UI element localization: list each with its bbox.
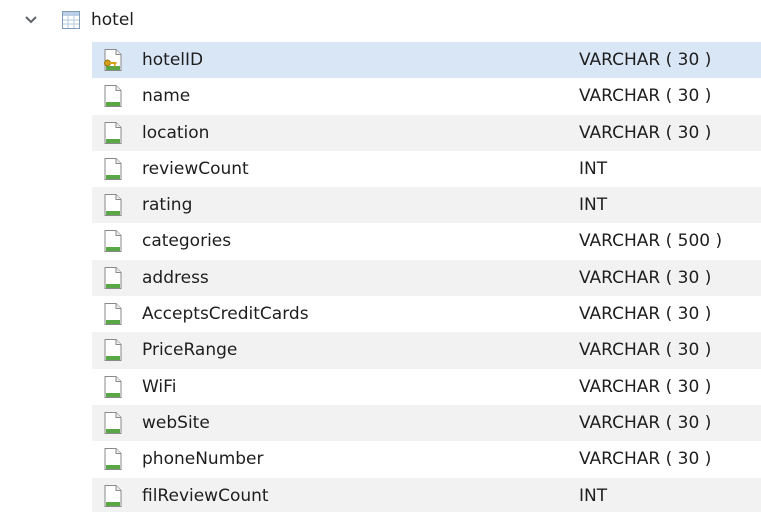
column-list: hotelID VARCHAR ( 30 ) name VARCHAR ( 30 ) l… bbox=[92, 42, 761, 512]
column-type: INT bbox=[579, 485, 608, 506]
column-row[interactable]: WiFi VARCHAR ( 30 ) bbox=[92, 369, 761, 405]
column-row[interactable]: hotelID VARCHAR ( 30 ) bbox=[92, 42, 761, 79]
column-type: VARCHAR ( 30 ) bbox=[579, 304, 712, 325]
column-type: VARCHAR ( 500 ) bbox=[579, 231, 723, 252]
schema-tree: hotel hotelID VARCHAR ( 30 ) name VARCHAR (… bbox=[0, 0, 761, 512]
column-name: name bbox=[142, 86, 191, 107]
column-name: location bbox=[142, 122, 210, 143]
column-type: VARCHAR ( 30 ) bbox=[579, 86, 712, 107]
column-type: VARCHAR ( 30 ) bbox=[579, 267, 712, 288]
column-name: reviewCount bbox=[142, 158, 249, 179]
column-name: WiFi bbox=[142, 376, 177, 397]
column-name: rating bbox=[142, 195, 193, 216]
column-row[interactable]: PriceRange VARCHAR ( 30 ) bbox=[92, 332, 761, 369]
column-name: webSite bbox=[142, 412, 210, 433]
column-row[interactable]: address VARCHAR ( 30 ) bbox=[92, 259, 761, 297]
column-row[interactable]: location VARCHAR ( 30 ) bbox=[92, 114, 761, 151]
column-row[interactable]: rating INT bbox=[92, 187, 761, 224]
column-row[interactable]: categories VARCHAR ( 500 ) bbox=[92, 223, 761, 259]
tree-node-table[interactable]: hotel bbox=[0, 5, 761, 35]
column-row[interactable]: name VARCHAR ( 30 ) bbox=[92, 78, 761, 114]
column-name: phoneNumber bbox=[142, 449, 264, 470]
column-name: address bbox=[142, 267, 209, 288]
column-type: VARCHAR ( 30 ) bbox=[579, 50, 712, 70]
column-type: VARCHAR ( 30 ) bbox=[579, 376, 712, 397]
column-name: filReviewCount bbox=[142, 485, 269, 506]
column-type: INT bbox=[579, 195, 608, 216]
column-name: categories bbox=[142, 231, 232, 252]
column-type: VARCHAR ( 30 ) bbox=[579, 340, 712, 361]
column-row[interactable]: filReviewCount INT bbox=[92, 477, 761, 512]
chevron-down-icon[interactable] bbox=[24, 13, 38, 27]
column-type: INT bbox=[579, 158, 608, 179]
column-type: VARCHAR ( 30 ) bbox=[579, 449, 712, 470]
column-name: PriceRange bbox=[142, 340, 238, 361]
column-row[interactable]: AcceptsCreditCards VARCHAR ( 30 ) bbox=[92, 296, 761, 332]
column-row[interactable]: phoneNumber VARCHAR ( 30 ) bbox=[92, 441, 761, 477]
column-name: AcceptsCreditCards bbox=[142, 304, 309, 325]
column-name: hotelID bbox=[142, 50, 204, 70]
column-type: VARCHAR ( 30 ) bbox=[579, 412, 712, 433]
column-type: VARCHAR ( 30 ) bbox=[579, 122, 712, 143]
column-row[interactable]: webSite VARCHAR ( 30 ) bbox=[92, 404, 761, 442]
table-name: hotel bbox=[91, 10, 135, 30]
table-icon bbox=[62, 11, 80, 29]
column-row[interactable]: reviewCount INT bbox=[92, 151, 761, 187]
